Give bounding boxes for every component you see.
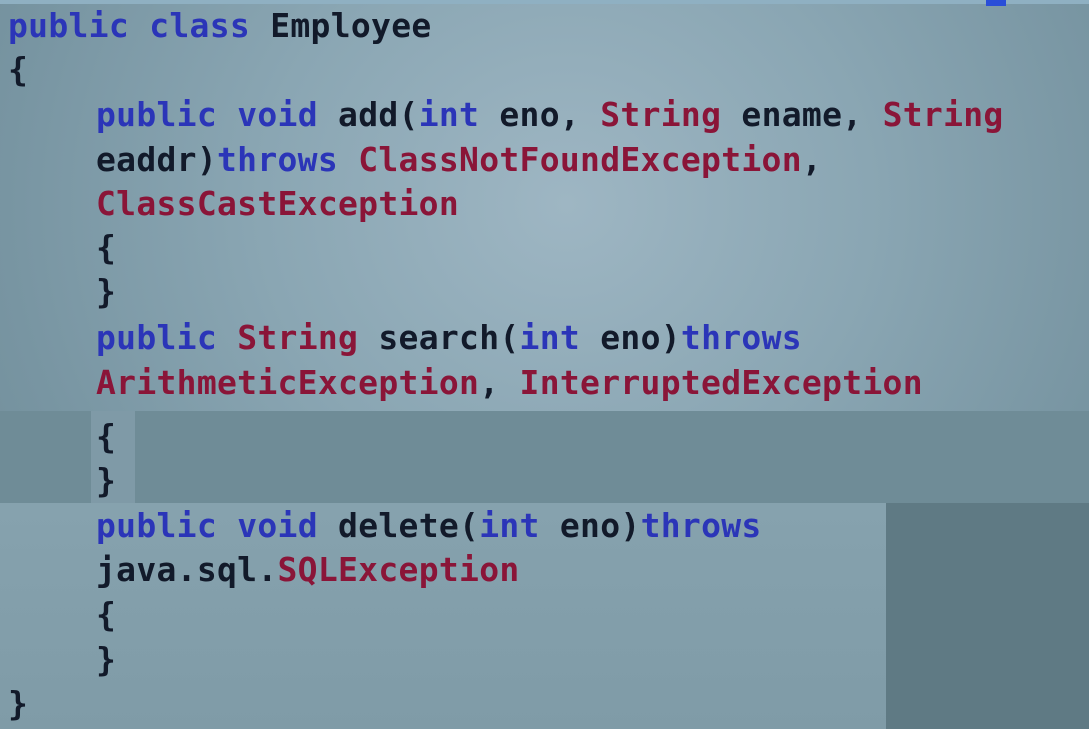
keyword-token: void [237, 506, 318, 545]
text-token: , [479, 363, 520, 402]
keyword-token: void [237, 95, 318, 134]
text-token: } [96, 461, 117, 500]
code-line: eaddr)throws ClassNotFoundException, [96, 140, 822, 180]
type-token: InterruptedException [519, 363, 923, 402]
code-line: public String search(int eno)throws [96, 318, 802, 358]
keyword-token: throws [217, 140, 339, 179]
code-editor[interactable]: public class Employee{public void add(in… [0, 0, 1089, 729]
keyword-token: throws [680, 318, 802, 357]
code-line: java.sql.SQLException [96, 550, 520, 590]
text-token: } [96, 272, 117, 311]
text-token: } [8, 684, 29, 723]
code-line: } [96, 272, 116, 312]
keyword-token: int [519, 318, 581, 357]
keyword-token: int [418, 95, 480, 134]
type-token: ClassCastException [96, 184, 460, 223]
text-token: , [801, 140, 823, 179]
text-token: { [96, 228, 117, 267]
text-token: eaddr) [96, 140, 218, 179]
type-token: ArithmeticException [96, 363, 480, 402]
code-line: public void add(int eno, String ename, S… [96, 95, 1004, 135]
text-token: { [96, 595, 117, 634]
type-token: ClassNotFoundException [358, 140, 802, 179]
type-token: String [882, 95, 1004, 134]
text-token: { [96, 417, 117, 456]
text-token: eno, [479, 95, 601, 134]
code-line: } [96, 461, 116, 501]
keyword-token: int [479, 506, 540, 545]
text-token: eno) [580, 318, 681, 357]
keyword-token: public [96, 318, 218, 357]
type-token: String [600, 95, 722, 134]
text-token: eno) [539, 506, 641, 545]
keyword-token: public [8, 6, 130, 45]
text-token: java.sql. [96, 550, 278, 589]
keyword-token: public [96, 95, 218, 134]
type-token: SQLException [277, 550, 520, 589]
code-line: { [96, 228, 116, 268]
code-line: } [8, 684, 28, 724]
text-token: delete( [317, 506, 480, 545]
text-token: Employee [250, 6, 432, 45]
keyword-token: class [149, 6, 251, 45]
type-token: String [237, 318, 359, 357]
code-line: } [96, 640, 116, 680]
code-line: { [8, 50, 28, 90]
keyword-token: throws [640, 506, 762, 545]
code-line: { [96, 595, 116, 635]
text-token: { [8, 50, 29, 89]
text-token: add( [317, 95, 419, 134]
text-token: ename, [721, 95, 883, 134]
code-line: ArithmeticException, InterruptedExceptio… [96, 363, 923, 403]
keyword-token: public [96, 506, 218, 545]
text-token: search( [358, 318, 520, 357]
code-line: public void delete(int eno)throws [96, 506, 762, 546]
code-line: public class Employee [8, 6, 432, 46]
code-line: { [96, 417, 116, 457]
code-line: ClassCastException [96, 184, 459, 224]
text-token: } [96, 640, 117, 679]
